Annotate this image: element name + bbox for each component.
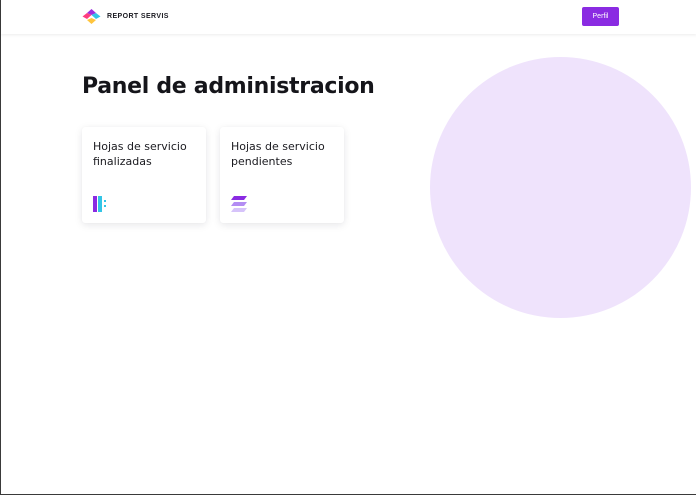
brand-name: REPORT SERVIS: [107, 13, 169, 20]
diamond-logo-icon: [82, 9, 101, 24]
card-finished-service-sheets[interactable]: Hojas de servicio finalizadas: [82, 127, 206, 223]
profile-button[interactable]: Perfil: [582, 7, 619, 26]
brand[interactable]: REPORT SERVIS: [82, 9, 169, 24]
decorative-circle: [430, 57, 691, 318]
page-title: Panel de administracion: [82, 74, 375, 99]
layers-icon: [231, 196, 247, 212]
top-navbar: REPORT SERVIS Perfil: [1, 0, 696, 34]
columns-icon: [93, 196, 106, 212]
card-pending-service-sheets[interactable]: Hojas de servicio pendientes: [220, 127, 344, 223]
card-title: Hojas de servicio finalizadas: [93, 140, 187, 168]
card-title: Hojas de servicio pendientes: [231, 140, 325, 168]
